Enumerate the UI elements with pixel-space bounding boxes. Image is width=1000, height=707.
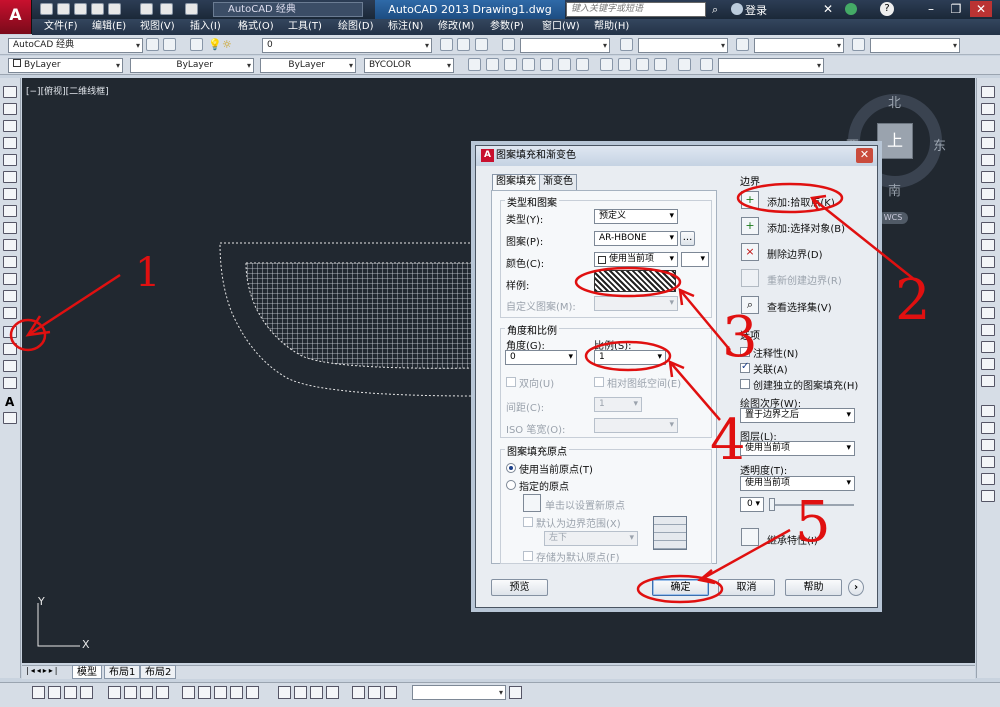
annotation-2: 2 (895, 268, 931, 333)
annotation-1: 1 (135, 250, 161, 296)
tab-hatch[interactable]: 图案填充 (492, 174, 540, 190)
annotation-5: 5 (795, 490, 831, 555)
annotation-3: 3 (722, 305, 758, 370)
red-annotations (9, 182, 916, 604)
annotation-4: 4 (710, 408, 746, 473)
